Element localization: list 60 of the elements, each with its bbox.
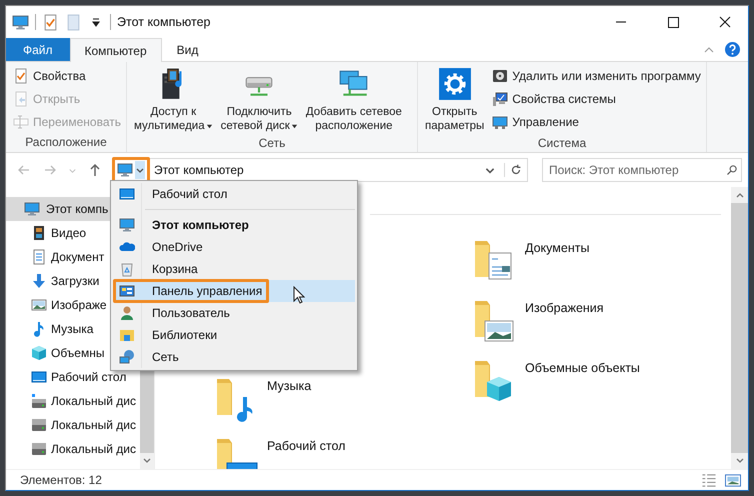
monitor-icon [117,162,133,178]
control-panel-icon [119,283,135,299]
management-icon [492,114,508,130]
libraries-icon [119,327,135,343]
rename-icon [13,114,29,130]
folder-item[interactable]: Объемные объекты [473,357,731,405]
scrollbar[interactable] [731,187,748,469]
drive-icon [31,441,47,457]
check-icon[interactable] [42,14,59,30]
ribbon-button[interactable]: Открыть параметры [422,65,488,135]
film-icon [31,225,47,241]
download-arrow-icon [31,273,47,289]
folder-item[interactable]: Изображения [473,297,731,345]
nav-item[interactable]: Локальный дис [6,437,140,461]
nav-item[interactable]: Локальный дис [6,389,140,413]
group-label: Система [536,135,588,152]
image-icon [31,297,47,313]
nav-item[interactable]: Локальный дис [6,413,140,437]
monitor-icon [119,217,135,233]
address-text: Этот компьютер [154,163,244,177]
desktop-icon [119,186,135,202]
recycle-bin-icon [119,261,135,277]
document-icon [13,91,29,107]
check-icon [13,68,29,84]
search-icon [726,164,738,176]
ribbon-button[interactable]: Управление [489,111,704,133]
ribbon-button[interactable]: Удалить или изменить программу [489,65,704,87]
group-label: Сеть [258,135,286,152]
large-icons-view-icon[interactable] [724,472,742,488]
user-icon [119,305,135,321]
ribbon-tab[interactable]: Компьютер [70,38,162,62]
computer-icon [492,91,508,107]
refresh-icon[interactable] [504,163,523,177]
mouse-pointer-icon [293,286,305,304]
group-label: Расположение [24,134,108,151]
search-field[interactable]: Поиск: Этот компьютер [542,158,742,182]
folder-item[interactable]: Рабочий стол [215,435,473,469]
nav-item[interactable]: Рабочий стол [6,365,140,389]
item-count: Элементов: 12 [20,473,102,487]
ribbon-button[interactable]: Свойства [10,65,124,87]
window-title: Этот компьютер [117,15,210,29]
ribbon-button[interactable]: Добавить сетевое расположение [302,65,405,135]
ribbon-button[interactable]: Свойства системы [489,88,704,110]
monitor-icon [24,201,40,217]
menu-item[interactable]: Панель управления [113,280,355,302]
ribbon-button[interactable]: Доступ к мультимедиа [131,65,216,135]
ribbon-button[interactable]: Подключить сетевой диск [218,65,301,135]
cube-icon [31,345,47,361]
help-icon[interactable] [725,42,740,57]
drive-icon [31,393,47,409]
monitor-icon[interactable] [12,14,29,30]
drive-icon [31,417,47,433]
details-view-icon[interactable] [700,472,718,488]
ribbon-tab[interactable]: Файл [6,38,70,61]
gear-icon [438,67,472,101]
folder-item[interactable]: Музыка [215,375,473,423]
desktop-icon [31,369,47,385]
document-icon [31,249,47,265]
folder-item[interactable]: Документы [473,237,731,285]
globe-monitor-icon [119,349,135,365]
